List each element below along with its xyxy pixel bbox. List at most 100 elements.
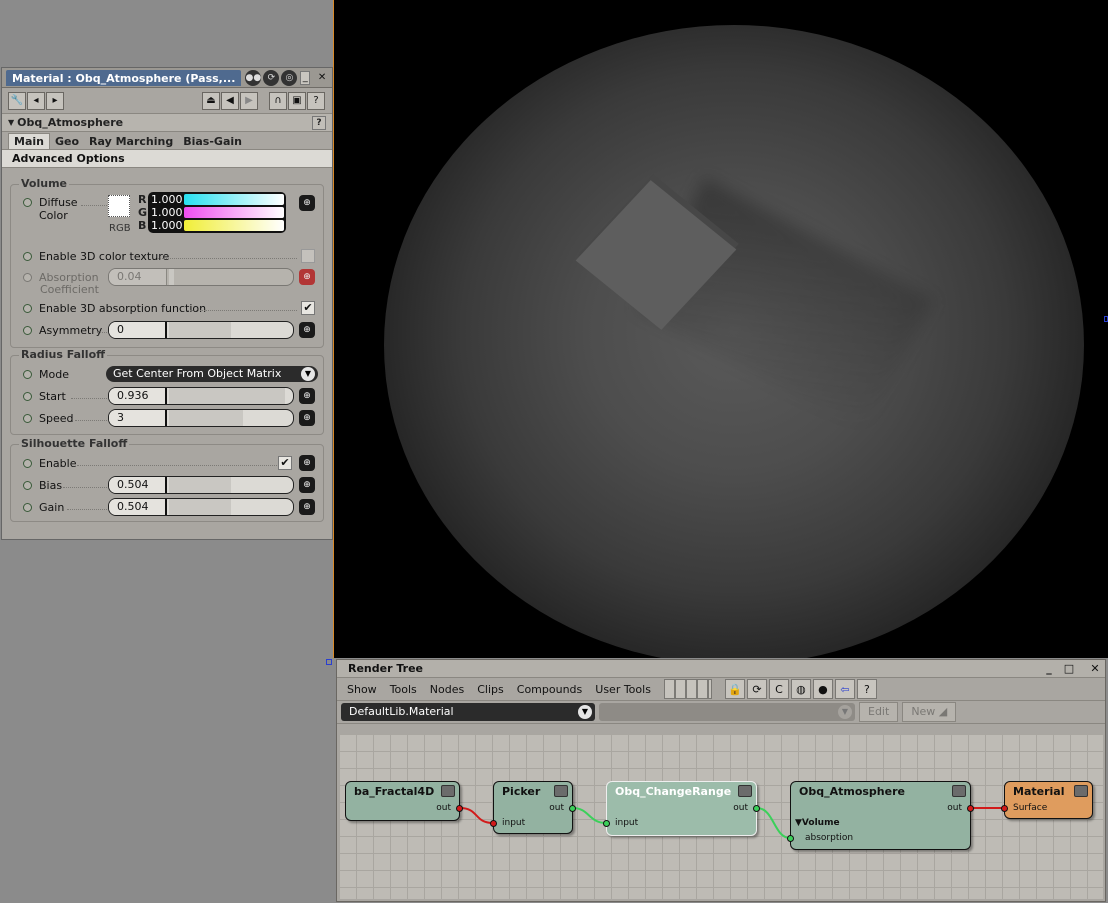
node-picker[interactable]: Picker out input	[490, 781, 576, 834]
speed-connect-icon[interactable]: ⊕	[299, 410, 315, 426]
bias-value[interactable]: 0.504	[109, 477, 167, 493]
input-port[interactable]	[787, 835, 794, 842]
tab-main[interactable]: Main	[8, 133, 50, 149]
output-port[interactable]	[456, 805, 463, 812]
globe-icon[interactable]: ◍	[790, 679, 811, 699]
channel-g-slider[interactable]	[184, 207, 284, 218]
load-preset-icon[interactable]: ⏏	[202, 91, 220, 110]
bias-connect-icon[interactable]: ⊕	[299, 477, 315, 493]
speed-value[interactable]: 3	[109, 410, 167, 426]
mode-dropdown[interactable]: Get Center From Object Matrix ▼	[106, 366, 318, 382]
node-obq-changerange[interactable]: Obq_ChangeRange out input	[603, 781, 760, 836]
section-help-icon[interactable]: ?	[312, 115, 326, 130]
input-port[interactable]	[1001, 805, 1008, 812]
menu-compounds[interactable]: Compounds	[517, 683, 583, 696]
animation-dot[interactable]	[23, 369, 32, 379]
render-viewport[interactable]	[333, 0, 1108, 658]
tab-bias-gain[interactable]: Bias-Gain	[178, 134, 247, 149]
animation-dot[interactable]	[23, 480, 32, 490]
animation-dot[interactable]	[23, 197, 32, 207]
absorption-connected-icon[interactable]: ⊕	[299, 269, 315, 285]
start-slider[interactable]: 0.936	[108, 387, 294, 405]
refresh-icon[interactable]: ⟳	[746, 679, 767, 699]
close-button[interactable]: ✕	[1085, 661, 1105, 676]
input-port[interactable]	[490, 820, 497, 827]
menu-show[interactable]: Show	[347, 683, 377, 696]
minimize-button[interactable]: _	[1039, 661, 1059, 676]
prev-icon[interactable]: ◂	[27, 91, 45, 110]
resize-handle-bottom-left[interactable]	[326, 659, 332, 665]
speed-slider[interactable]: 3	[108, 409, 294, 427]
node-collapse-icon[interactable]	[554, 785, 568, 797]
animation-dot[interactable]	[23, 251, 32, 261]
channel-r-slider[interactable]	[184, 194, 284, 205]
edit-button[interactable]: Edit	[859, 702, 899, 722]
tab-advanced-options[interactable]: Advanced Options	[2, 150, 332, 168]
menu-tools[interactable]: Tools	[390, 683, 417, 696]
channel-g-value[interactable]: 1.000	[148, 206, 184, 219]
node-obq-atmosphere[interactable]: Obq_Atmosphere out ▼Volume absorption	[787, 781, 974, 850]
absorption-slider[interactable]: 0.04	[108, 268, 294, 286]
animation-dot[interactable]	[23, 413, 32, 423]
forward-icon[interactable]: ▶	[240, 91, 258, 110]
lock-icon[interactable]: 🔒	[724, 679, 745, 699]
maximize-button[interactable]: □	[1059, 661, 1079, 676]
animation-dot[interactable]	[23, 458, 32, 468]
start-value[interactable]: 0.936	[109, 388, 167, 404]
node-graph[interactable]: ba_Fractal4D out Picker out input Obq_Ch…	[339, 734, 1103, 899]
start-connect-icon[interactable]: ⊕	[299, 388, 315, 404]
absorption-value[interactable]: 0.04	[109, 269, 167, 285]
resize-handle-right[interactable]	[1104, 316, 1108, 322]
close-button[interactable]: ✕	[316, 71, 328, 85]
animation-dot[interactable]	[23, 502, 32, 512]
menu-user-tools[interactable]: User Tools	[595, 683, 651, 696]
material-dropdown[interactable]: ▼	[599, 703, 855, 721]
enable-3d-texture-checkbox[interactable]	[301, 249, 315, 263]
node-collapse-icon[interactable]	[738, 785, 752, 797]
tab-geo[interactable]: Geo	[50, 134, 84, 149]
diffuse-color-swatch[interactable]	[108, 195, 130, 217]
help-icon[interactable]: ?	[856, 679, 877, 699]
enable-connect-icon[interactable]: ⊕	[299, 455, 315, 471]
back-arrow-icon[interactable]: ⇦	[834, 679, 855, 699]
menu-clips[interactable]: Clips	[477, 683, 504, 696]
help-icon[interactable]: ?	[307, 91, 325, 110]
menu-nodes[interactable]: Nodes	[430, 683, 464, 696]
node-collapse-icon[interactable]	[1074, 785, 1088, 797]
sphere-icon[interactable]: ●	[812, 679, 833, 699]
node-material[interactable]: Material Surface	[1001, 781, 1093, 819]
node-collapse-icon[interactable]	[952, 785, 966, 797]
gain-slider[interactable]: 0.504	[108, 498, 294, 516]
node-ba-fractal4d[interactable]: ba_Fractal4D out	[345, 781, 463, 821]
channel-b-slider[interactable]	[184, 220, 284, 231]
keep-icon[interactable]: ◎	[281, 69, 298, 86]
refresh-icon[interactable]: ⟳	[263, 69, 280, 86]
wrench-icon[interactable]: 🔧	[8, 91, 26, 110]
output-port[interactable]	[967, 805, 974, 812]
bias-slider[interactable]: 0.504	[108, 476, 294, 494]
gain-connect-icon[interactable]: ⊕	[299, 499, 315, 515]
node-collapse-icon[interactable]	[441, 785, 455, 797]
input-port[interactable]	[603, 820, 610, 827]
minimize-button[interactable]: _	[300, 70, 311, 85]
channel-r-value[interactable]: 1.000	[148, 193, 184, 206]
property-title[interactable]: Material : Obq_Atmosphere (Pass,...	[6, 69, 242, 86]
channel-b-value[interactable]: 1.000	[148, 219, 184, 232]
rgb-mode-label[interactable]: RGB	[109, 223, 131, 234]
volume-group-label[interactable]: ▼Volume	[795, 818, 840, 828]
library-dropdown[interactable]: DefaultLib.Material ▼	[341, 703, 595, 721]
output-port[interactable]	[569, 805, 576, 812]
animation-dot[interactable]	[23, 272, 32, 282]
asymmetry-connect-icon[interactable]: ⊕	[299, 322, 315, 338]
revert-icon[interactable]: ◀	[221, 91, 239, 110]
asymmetry-slider[interactable]: 0	[108, 321, 294, 339]
animation-dot[interactable]	[23, 303, 32, 313]
shader-section-header[interactable]: ▼ Obq_Atmosphere ?	[2, 114, 332, 132]
page-icon[interactable]: ▣	[288, 91, 306, 110]
silhouette-enable-checkbox[interactable]: ✔	[278, 456, 292, 470]
enable-3d-absorption-checkbox[interactable]: ✔	[301, 301, 315, 315]
lock-recycle-icon[interactable]: ●●	[245, 69, 262, 86]
diffuse-connect-icon[interactable]: ⊕	[299, 195, 315, 211]
gain-value[interactable]: 0.504	[109, 499, 167, 515]
new-button[interactable]: New ◢	[902, 702, 957, 722]
